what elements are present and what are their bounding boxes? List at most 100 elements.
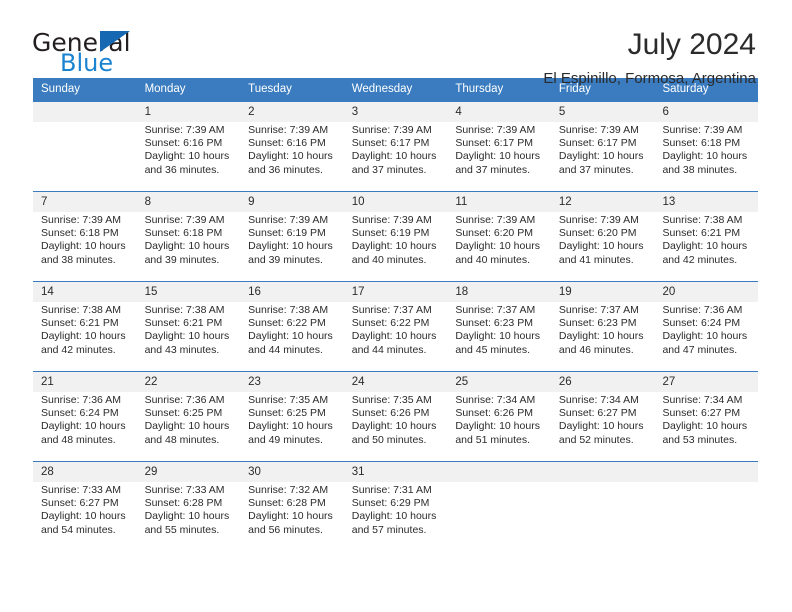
day-number[interactable]: 1: [137, 102, 241, 122]
day-cell[interactable]: Sunrise: 7:38 AM Sunset: 6:21 PM Daylight:…: [137, 302, 241, 371]
sunset-text: Sunset: 6:18 PM: [662, 137, 741, 150]
day-cell[interactable]: Sunrise: 7:33 AM Sunset: 6:28 PM Daylight:…: [137, 482, 241, 551]
day-number[interactable]: 11: [447, 192, 551, 212]
daylight-text-line1: Daylight: 10 hours: [351, 510, 437, 523]
day-cell[interactable]: Sunrise: 7:39 AM Sunset: 6:19 PM Daylight:…: [240, 212, 344, 281]
calendar-week-row: 21 22 23 24 25 26 27 Sunrise: 7:36 AM Sunset: 6:…: [33, 371, 758, 461]
daylight-text-line2: and 39 minutes.: [144, 253, 220, 266]
day-number[interactable]: 12: [551, 192, 655, 212]
sunrise-text: Sunrise: 7:34 AM: [558, 394, 639, 406]
day-cell[interactable]: Sunrise: 7:39 AM Sunset: 6:18 PM Daylight:…: [33, 212, 137, 281]
daylight-text-line1: Daylight: 10 hours: [662, 240, 748, 253]
daylight-text-line1: Daylight: 10 hours: [41, 240, 126, 253]
sunrise-text: Sunrise: 7:39 AM: [248, 124, 329, 136]
day-cell[interactable]: Sunrise: 7:38 AM Sunset: 6:22 PM Daylight:…: [240, 302, 344, 371]
day-cell[interactable]: Sunrise: 7:35 AM Sunset: 6:26 PM Daylight:…: [344, 392, 448, 461]
daylight-text-line1: Daylight: 10 hours: [662, 420, 748, 433]
day-cell[interactable]: Sunrise: 7:37 AM Sunset: 6:23 PM Daylight:…: [447, 302, 551, 371]
day-number[interactable]: 28: [33, 462, 137, 482]
day-cell[interactable]: Sunrise: 7:39 AM Sunset: 6:20 PM Daylight:…: [447, 212, 551, 281]
sunrise-text: Sunrise: 7:38 AM: [144, 304, 225, 316]
day-cell[interactable]: Sunrise: 7:39 AM Sunset: 6:20 PM Daylight:…: [551, 212, 655, 281]
day-number[interactable]: 26: [551, 372, 655, 392]
day-number[interactable]: 8: [137, 192, 241, 212]
day-cell[interactable]: Sunrise: 7:34 AM Sunset: 6:27 PM Daylight:…: [551, 392, 655, 461]
day-cell[interactable]: Sunrise: 7:36 AM Sunset: 6:25 PM Daylight:…: [137, 392, 241, 461]
day-cell[interactable]: Sunrise: 7:33 AM Sunset: 6:27 PM Daylight:…: [33, 482, 137, 551]
day-cell[interactable]: Sunrise: 7:35 AM Sunset: 6:25 PM Daylight:…: [240, 392, 344, 461]
sunrise-text: Sunrise: 7:39 AM: [455, 214, 536, 226]
day-cell[interactable]: Sunrise: 7:38 AM Sunset: 6:21 PM Daylight:…: [654, 212, 758, 281]
day-number[interactable]: 14: [33, 282, 137, 302]
daylight-text-line1: Daylight: 10 hours: [558, 420, 644, 433]
page-header: General Blue July 2024 El Espinillo, For…: [0, 0, 792, 87]
day-number[interactable]: 23: [240, 372, 344, 392]
day-number[interactable]: 29: [137, 462, 241, 482]
day-number[interactable]: 2: [240, 102, 344, 122]
day-cell[interactable]: Sunrise: 7:38 AM Sunset: 6:21 PM Daylight:…: [33, 302, 137, 371]
day-cell[interactable]: Sunrise: 7:39 AM Sunset: 6:17 PM Daylight:…: [344, 122, 448, 191]
day-number[interactable]: 21: [33, 372, 137, 392]
weekday-header-tuesday: Tuesday: [248, 83, 292, 95]
daylight-text-line2: and 42 minutes.: [41, 343, 116, 356]
day-number[interactable]: 3: [344, 102, 448, 122]
week-detail-band: Sunrise: 7:33 AM Sunset: 6:27 PM Daylight:…: [33, 482, 758, 551]
general-blue-logo[interactable]: General Blue: [32, 28, 202, 76]
daylight-text-line1: Daylight: 10 hours: [41, 510, 126, 523]
day-cell[interactable]: Sunrise: 7:39 AM Sunset: 6:16 PM Daylight:…: [240, 122, 344, 191]
day-number[interactable]: 18: [447, 282, 551, 302]
daylight-text-line2: and 55 minutes.: [144, 523, 220, 536]
sunset-text: Sunset: 6:22 PM: [248, 317, 326, 330]
day-number[interactable]: 16: [240, 282, 344, 302]
day-number[interactable]: 4: [447, 102, 551, 122]
daylight-text-line2: and 46 minutes.: [558, 343, 634, 356]
day-cell[interactable]: Sunrise: 7:31 AM Sunset: 6:29 PM Daylight:…: [344, 482, 448, 551]
day-number[interactable]: 27: [654, 372, 758, 392]
day-cell[interactable]: Sunrise: 7:36 AM Sunset: 6:24 PM Daylight:…: [654, 302, 758, 371]
day-cell[interactable]: Sunrise: 7:36 AM Sunset: 6:24 PM Daylight:…: [33, 392, 137, 461]
day-number[interactable]: 6: [654, 102, 758, 122]
day-cell[interactable]: Sunrise: 7:39 AM Sunset: 6:16 PM Daylight:…: [137, 122, 241, 191]
week-detail-band: Sunrise: 7:39 AM Sunset: 6:18 PM Daylight:…: [33, 212, 758, 281]
day-number[interactable]: 13: [654, 192, 758, 212]
daylight-text-line2: and 40 minutes.: [455, 253, 531, 266]
daylight-text-line2: and 57 minutes.: [351, 523, 427, 536]
sunrise-text: Sunrise: 7:39 AM: [41, 214, 121, 226]
day-cell[interactable]: Sunrise: 7:37 AM Sunset: 6:23 PM Daylight:…: [551, 302, 655, 371]
day-number[interactable]: 15: [137, 282, 241, 302]
day-number[interactable]: 9: [240, 192, 344, 212]
daylight-text-line1: Daylight: 10 hours: [144, 240, 230, 253]
day-number[interactable]: 17: [344, 282, 448, 302]
day-cell[interactable]: Sunrise: 7:39 AM Sunset: 6:17 PM Daylight:…: [447, 122, 551, 191]
day-cell[interactable]: Sunrise: 7:34 AM Sunset: 6:27 PM Daylight:…: [654, 392, 758, 461]
day-number[interactable]: 20: [654, 282, 758, 302]
day-number[interactable]: 22: [137, 372, 241, 392]
day-cell[interactable]: Sunrise: 7:39 AM Sunset: 6:17 PM Daylight:…: [551, 122, 655, 191]
day-number[interactable]: 7: [33, 192, 137, 212]
sunrise-text: Sunrise: 7:39 AM: [558, 124, 639, 136]
day-number[interactable]: 25: [447, 372, 551, 392]
day-cell[interactable]: Sunrise: 7:37 AM Sunset: 6:22 PM Daylight:…: [344, 302, 448, 371]
day-number[interactable]: 5: [551, 102, 655, 122]
sunrise-text: Sunrise: 7:35 AM: [248, 394, 329, 406]
day-number[interactable]: 10: [344, 192, 448, 212]
daylight-text-line2: and 36 minutes.: [248, 163, 323, 176]
week-date-number-band: 14 15 16 17 18 19 20: [33, 282, 758, 302]
day-cell[interactable]: Sunrise: 7:39 AM Sunset: 6:18 PM Daylight:…: [654, 122, 758, 191]
day-cell[interactable]: Sunrise: 7:34 AM Sunset: 6:26 PM Daylight:…: [447, 392, 551, 461]
daylight-text-line1: Daylight: 10 hours: [558, 240, 644, 253]
calendar-grid: Sunday Monday Tuesday Wednesday Thursday Frid…: [33, 78, 758, 551]
daylight-text-line2: and 52 minutes.: [558, 433, 634, 446]
day-number[interactable]: 30: [240, 462, 344, 482]
sunset-text: Sunset: 6:26 PM: [455, 407, 533, 420]
sunrise-text: Sunrise: 7:33 AM: [144, 484, 225, 496]
daylight-text-line2: and 56 minutes.: [248, 523, 323, 536]
daylight-text-line1: Daylight: 10 hours: [248, 150, 333, 163]
day-cell[interactable]: Sunrise: 7:32 AM Sunset: 6:28 PM Daylight:…: [240, 482, 344, 551]
daylight-text-line2: and 48 minutes.: [41, 433, 116, 446]
day-cell[interactable]: Sunrise: 7:39 AM Sunset: 6:18 PM Daylight:…: [137, 212, 241, 281]
day-number[interactable]: 24: [344, 372, 448, 392]
day-cell[interactable]: Sunrise: 7:39 AM Sunset: 6:19 PM Daylight:…: [344, 212, 448, 281]
day-number[interactable]: 31: [344, 462, 448, 482]
day-number[interactable]: 19: [551, 282, 655, 302]
